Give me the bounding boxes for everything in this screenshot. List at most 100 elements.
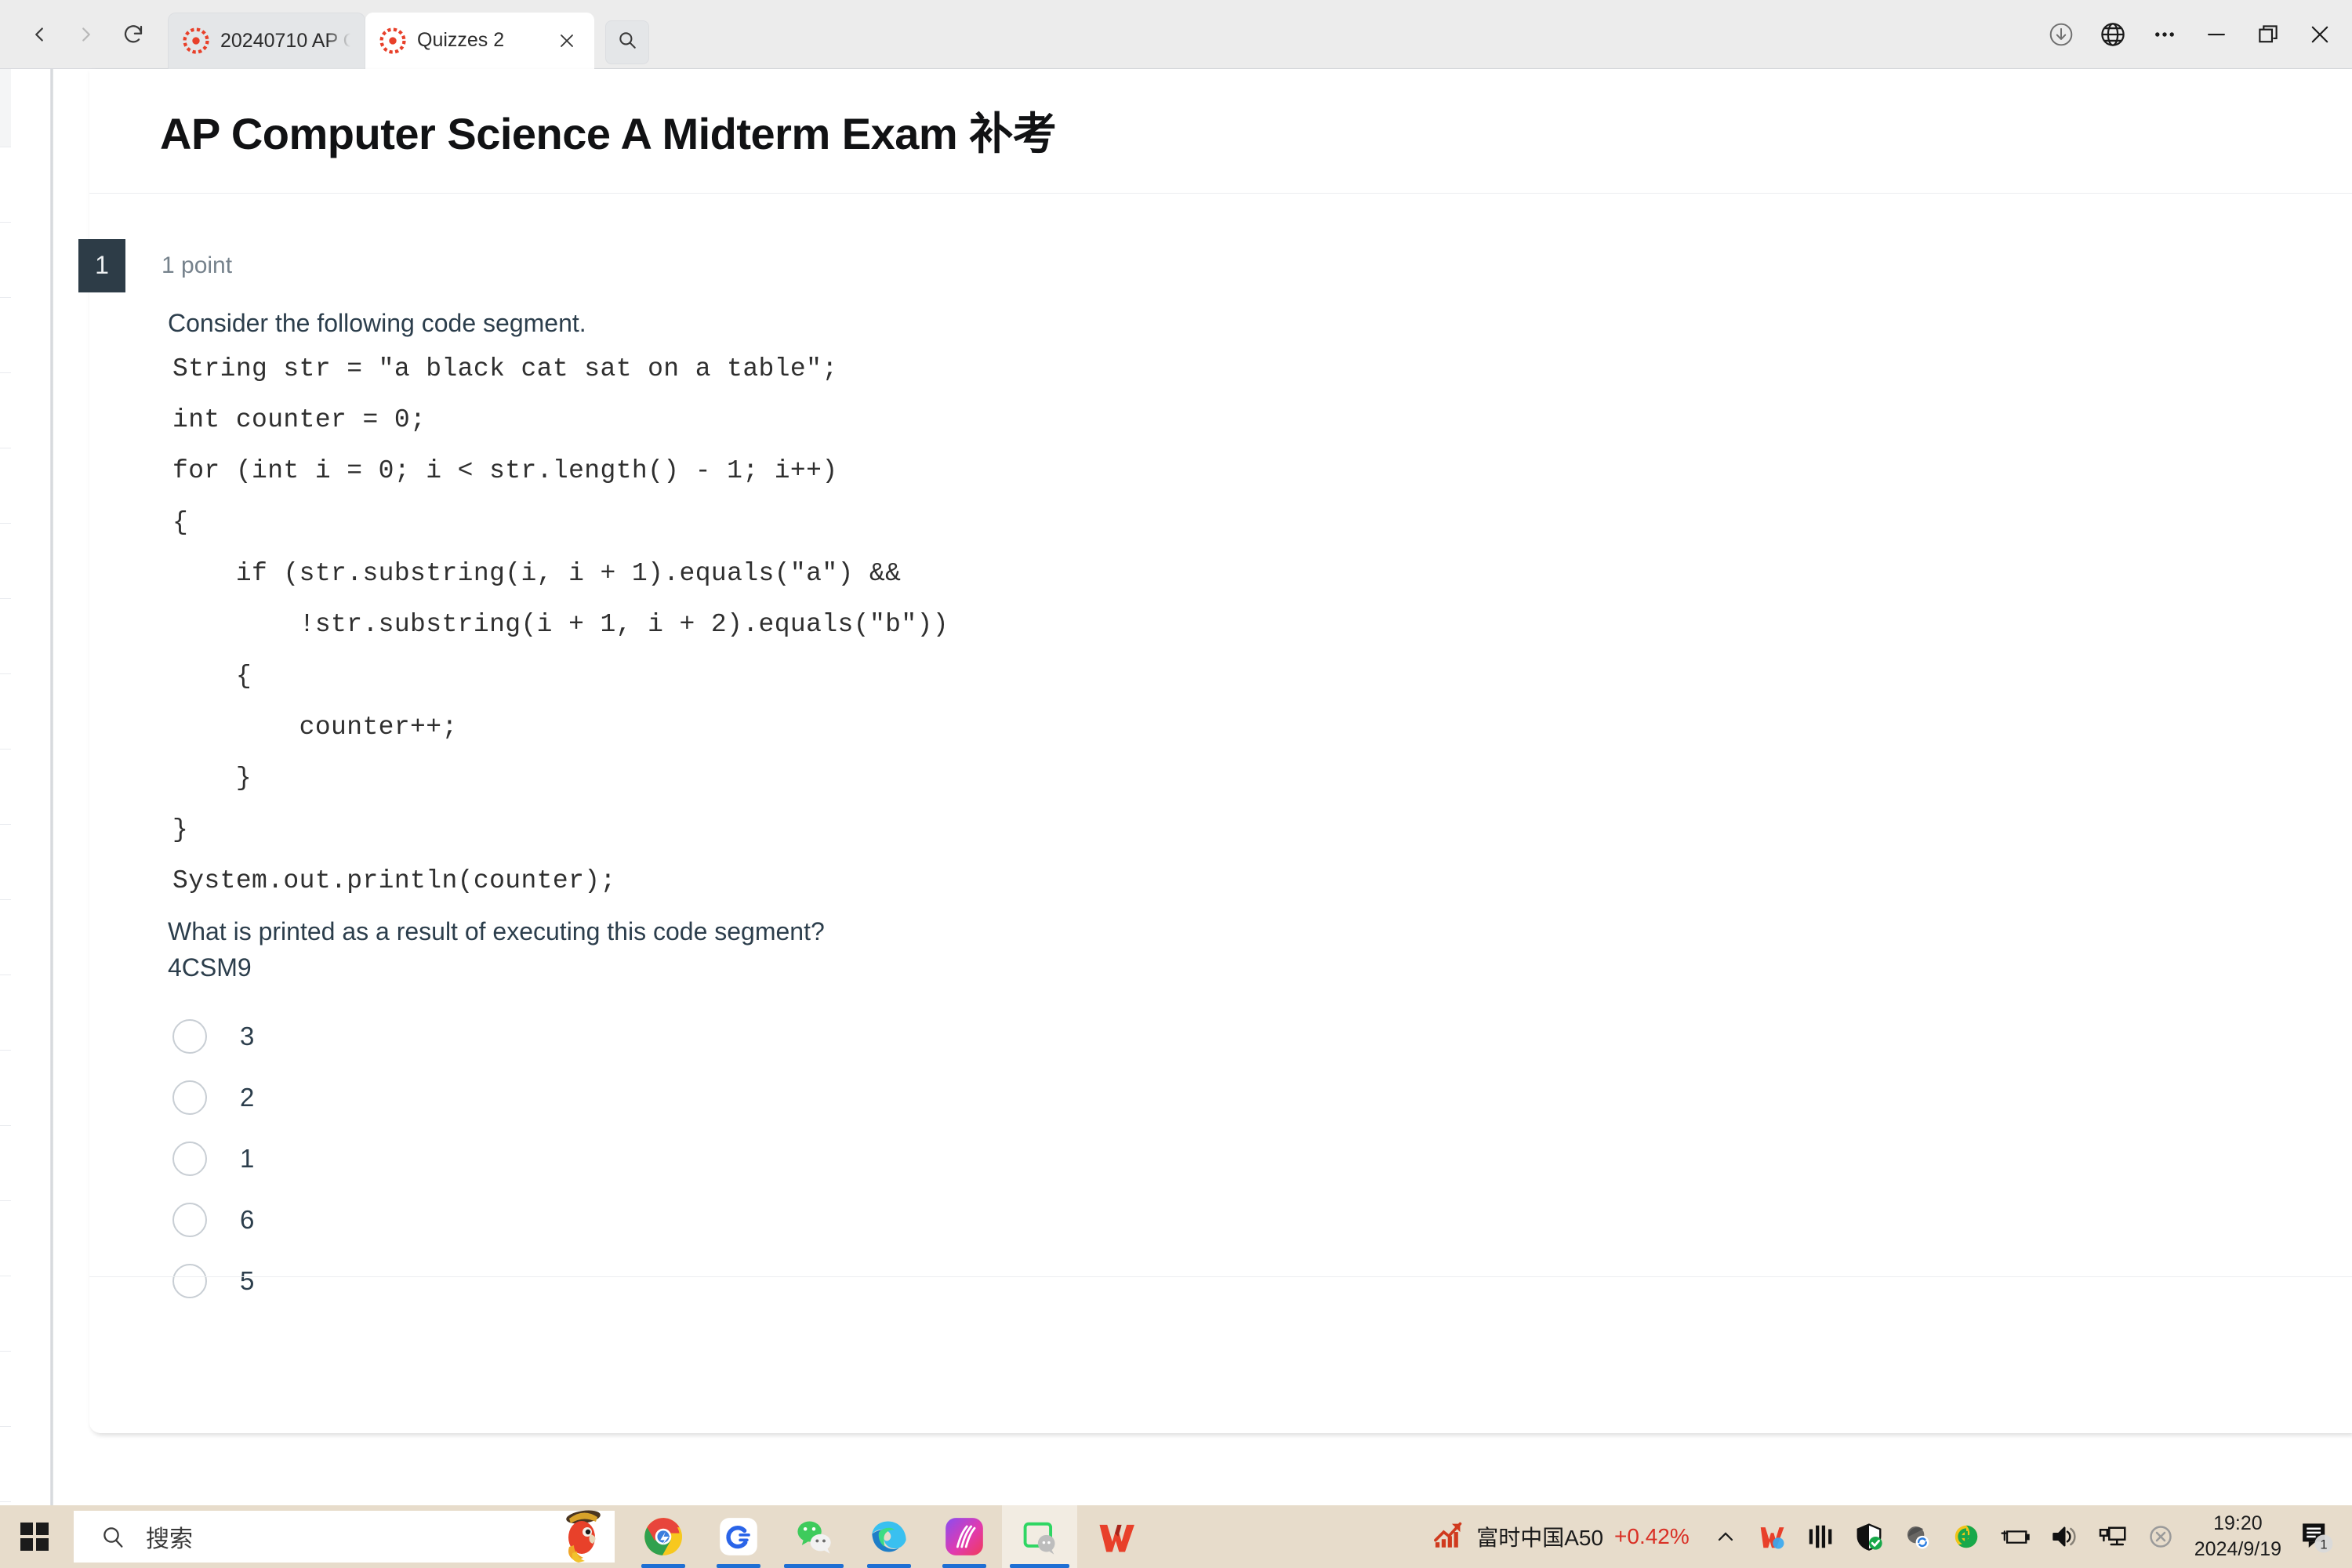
taskbar-item-microsoft-edge[interactable] xyxy=(851,1505,927,1568)
code-segment: String str = "a black cat sat on a table… xyxy=(172,354,949,896)
clock[interactable]: 19:20 2024/9/19 xyxy=(2194,1511,2281,1563)
minimize-icon[interactable] xyxy=(2190,9,2242,60)
stock-ticker[interactable]: 富时中国A50 +0.42% xyxy=(1432,1519,1690,1555)
running-indicator xyxy=(867,1564,911,1568)
network-icon[interactable] xyxy=(2088,1505,2136,1568)
taskbar-item-meitu[interactable] xyxy=(927,1505,1002,1568)
search-placeholder: 搜索 xyxy=(146,1526,193,1552)
reload-button[interactable] xyxy=(111,13,155,56)
close-icon[interactable] xyxy=(2294,9,2346,60)
taskbar: 搜索 富时中国A50 +0.42% 19:20 2024/9/19 1 xyxy=(0,1505,2352,1568)
stock-chart-icon xyxy=(1432,1519,1465,1555)
left-rail xyxy=(0,69,11,1505)
taskbar-app-list xyxy=(626,1505,1152,1568)
search-icon xyxy=(100,1524,125,1549)
window-controls xyxy=(2035,9,2352,60)
quiz-card: AP Computer Science A Midterm Exam 补考 1 … xyxy=(78,69,2352,1433)
page-viewport: AP Computer Science A Midterm Exam 补考 1 … xyxy=(0,69,2352,1505)
page-title: AP Computer Science A Midterm Exam 补考 xyxy=(160,109,1057,158)
windows-start-icon[interactable] xyxy=(0,1505,69,1568)
answer-label: 1 xyxy=(240,1144,255,1174)
clock-date: 2024/9/19 xyxy=(2194,1538,2281,1560)
answer-option[interactable]: 5 xyxy=(89,1250,2352,1312)
ticker-change: +0.42% xyxy=(1614,1524,1690,1548)
question-number-badge: 1 xyxy=(78,238,125,292)
question-points: 1 point xyxy=(162,252,233,278)
answer-options: 3 2 1 6 5 xyxy=(89,1006,2352,1312)
sogou-icon xyxy=(718,1516,759,1557)
answer-label: 5 xyxy=(240,1266,255,1296)
downloads-icon[interactable] xyxy=(2035,9,2087,60)
answer-label: 2 xyxy=(240,1083,255,1112)
navigation-buttons xyxy=(0,13,155,56)
battery-charging-icon[interactable] xyxy=(1991,1505,2039,1568)
radio-button[interactable] xyxy=(172,1019,207,1054)
meitu-icon xyxy=(944,1516,985,1557)
answer-label: 3 xyxy=(240,1022,255,1051)
card-divider xyxy=(89,1276,2352,1277)
update-icon[interactable] xyxy=(1942,1505,1991,1568)
browser-chrome: 20240710 AP Computer Science Quizzes 2 xyxy=(0,0,2352,69)
svg-text:1: 1 xyxy=(2320,1537,2327,1552)
radio-button[interactable] xyxy=(172,1142,207,1177)
running-indicator xyxy=(1010,1564,1069,1568)
answer-label: 6 xyxy=(240,1205,255,1235)
wps-icon xyxy=(1094,1516,1135,1557)
question-prompt: Consider the following code segment. xyxy=(168,308,586,337)
browser-tab-2[interactable]: Quizzes 2 xyxy=(365,12,594,69)
tab-strip: 20240710 AP Computer Science Quizzes 2 xyxy=(168,0,649,69)
taskbar-item-sogou-input[interactable] xyxy=(701,1505,776,1568)
system-tray: 富时中国A50 +0.42% 19:20 2024/9/19 1 xyxy=(1432,1505,2352,1568)
quiz-header: AP Computer Science A Midterm Exam 补考 xyxy=(89,69,2352,194)
sync-icon[interactable] xyxy=(1893,1505,1942,1568)
parrot-icon xyxy=(552,1506,608,1563)
tab-title: Quizzes 2 xyxy=(417,29,505,51)
answer-option[interactable]: 3 xyxy=(89,1006,2352,1067)
monitor-stats-icon[interactable] xyxy=(1796,1505,1845,1568)
answer-option[interactable]: 2 xyxy=(89,1067,2352,1128)
question-body: Consider the following code segment. Str… xyxy=(89,292,2352,986)
running-indicator xyxy=(784,1564,844,1568)
notification-icon[interactable]: 1 xyxy=(2289,1505,2344,1568)
wps-cloud-icon[interactable] xyxy=(1748,1505,1796,1568)
close-icon[interactable] xyxy=(554,27,580,54)
canvas-lms-icon xyxy=(183,27,209,54)
radio-button[interactable] xyxy=(172,1203,207,1238)
question-block: 1 1 point Consider the following code se… xyxy=(78,194,2352,1312)
running-indicator xyxy=(942,1564,986,1568)
running-indicator xyxy=(641,1564,685,1568)
edge-icon xyxy=(869,1516,909,1557)
answer-option[interactable]: 6 xyxy=(89,1189,2352,1250)
wechat-window-icon xyxy=(1019,1516,1060,1557)
chrome-icon xyxy=(643,1516,684,1557)
volume-icon[interactable] xyxy=(2039,1505,2088,1568)
tab-title: 20240710 AP Computer Science xyxy=(220,29,350,52)
tab-search-button[interactable] xyxy=(605,20,649,64)
security-shield-icon[interactable] xyxy=(1845,1505,1893,1568)
clock-time: 19:20 xyxy=(2213,1512,2263,1534)
taskbar-item-google-chrome[interactable] xyxy=(626,1505,701,1568)
browser-tab-1[interactable]: 20240710 AP Computer Science xyxy=(168,12,365,69)
back-button[interactable] xyxy=(17,13,61,56)
search-icon xyxy=(617,30,637,54)
taskbar-item-wechat[interactable] xyxy=(776,1505,851,1568)
ticker-name: 富时中国A50 xyxy=(1476,1526,1604,1550)
answer-option[interactable]: 1 xyxy=(89,1128,2352,1189)
radio-button[interactable] xyxy=(172,1264,207,1299)
taskbar-item-wechat-devtools[interactable] xyxy=(1002,1505,1077,1568)
forward-button[interactable] xyxy=(64,13,108,56)
radio-button[interactable] xyxy=(172,1080,207,1116)
question-text: What is printed as a result of executing… xyxy=(168,917,825,982)
rail-divider xyxy=(50,69,53,1505)
chevron-up-icon[interactable] xyxy=(1704,1524,1748,1549)
restore-icon[interactable] xyxy=(2242,9,2294,60)
canvas-lms-icon xyxy=(379,27,406,54)
dismiss-icon[interactable] xyxy=(2136,1505,2185,1568)
question-header: 1 1 point xyxy=(78,238,2352,292)
more-options-icon[interactable] xyxy=(2139,9,2190,60)
search-input[interactable]: 搜索 xyxy=(74,1510,615,1563)
taskbar-item-wps-office[interactable] xyxy=(1077,1505,1152,1568)
running-indicator xyxy=(717,1564,760,1568)
globe-icon[interactable] xyxy=(2087,9,2139,60)
wechat-icon xyxy=(793,1516,834,1557)
